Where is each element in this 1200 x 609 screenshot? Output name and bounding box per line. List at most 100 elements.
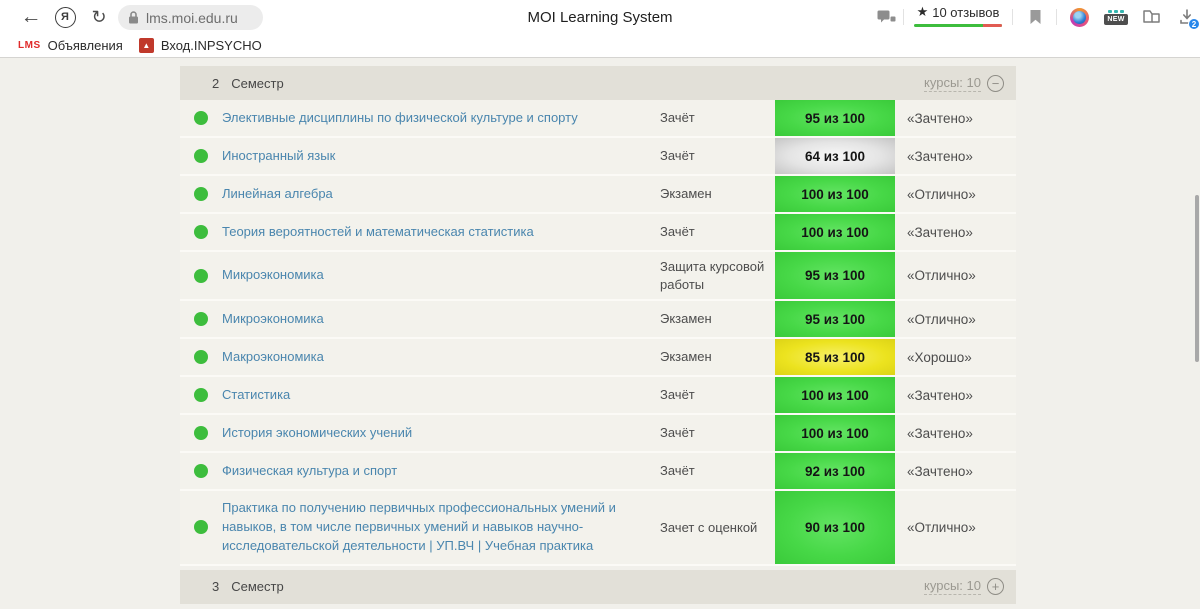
course-name-cell: Микроэкономика xyxy=(222,252,660,299)
lock-icon xyxy=(128,11,139,24)
url-text: lms.moi.edu.ru xyxy=(146,10,238,26)
control-type-cell: Защита курсовой работы xyxy=(660,252,775,299)
lms-favicon: LMS xyxy=(18,40,41,51)
bookmark-label: Объявления xyxy=(48,38,123,53)
reviews-count-label: 10 отзывов xyxy=(932,5,999,20)
course-status-cell xyxy=(180,491,222,564)
score-cell: 95 из 100 xyxy=(775,100,895,136)
table-row: Физическая культура и спорт Зачёт 92 из … xyxy=(180,453,1016,491)
course-link[interactable]: Линейная алгебра xyxy=(222,185,333,204)
site-feedback-icon[interactable] xyxy=(872,0,900,34)
vertical-scrollbar[interactable] xyxy=(1195,195,1199,362)
address-bar[interactable]: lms.moi.edu.ru xyxy=(118,5,263,30)
course-name-cell: Иностранный язык xyxy=(222,138,660,174)
bookmarks-bar: LMS Объявления ▲ Вход.INPSYCHO xyxy=(0,34,1200,57)
course-link[interactable]: Практика по получению первичных професси… xyxy=(222,499,646,556)
toolbar-separator xyxy=(1056,9,1057,25)
new-icon-dots xyxy=(1108,10,1124,13)
course-status-cell xyxy=(180,252,222,299)
table-row: Микроэкономика Защита курсовой работы 95… xyxy=(180,252,1016,301)
status-dot-icon xyxy=(194,426,208,440)
control-type: Экзамен xyxy=(660,310,712,328)
score-cell: 64 из 100 xyxy=(775,138,895,174)
yandex-home-button[interactable]: Я xyxy=(50,0,80,34)
grades-rows: Элективные дисциплины по физической куль… xyxy=(180,100,1016,566)
grade-cell: «Зачтено» xyxy=(895,415,1016,451)
table-row: Теория вероятностей и математическая ста… xyxy=(180,214,1016,252)
control-type: Защита курсовой работы xyxy=(660,258,767,293)
extension-ring-outer xyxy=(1070,8,1089,27)
grade-cell: «Зачтено» xyxy=(895,214,1016,250)
grade-value: «Зачтено» xyxy=(907,426,973,441)
course-link[interactable]: Микроэкономика xyxy=(222,266,324,285)
grade-value: «Зачтено» xyxy=(907,111,973,126)
expand-semester-icon[interactable]: + xyxy=(987,578,1004,595)
bookmark-announcements[interactable]: LMS Объявления xyxy=(10,34,131,57)
control-type-cell: Зачёт xyxy=(660,453,775,489)
downloads-button[interactable]: 2 xyxy=(1174,0,1200,34)
score-cell: 90 из 100 xyxy=(775,491,895,564)
grade-value: «Отлично» xyxy=(907,268,976,283)
bookmark-label: Вход.INPSYCHO xyxy=(161,38,262,53)
downloads-count-badge: 2 xyxy=(1188,18,1200,30)
extension-browser-ring-icon[interactable] xyxy=(1066,0,1092,34)
grade-cell: «Зачтено» xyxy=(895,377,1016,413)
control-type-cell: Зачёт xyxy=(660,415,775,451)
course-name-cell: Элективные дисциплины по физической куль… xyxy=(222,100,660,136)
course-name-cell: История экономических учений xyxy=(222,415,660,451)
control-type: Зачёт xyxy=(660,223,695,241)
course-name-cell: Статистика xyxy=(222,377,660,413)
score-cell: 100 из 100 xyxy=(775,214,895,250)
status-dot-icon xyxy=(194,111,208,125)
collections-icon[interactable] xyxy=(1138,0,1166,34)
control-type-cell: Экзамен xyxy=(660,176,775,212)
course-name-cell: Макроэкономика xyxy=(222,339,660,375)
score-cell: 100 из 100 xyxy=(775,415,895,451)
course-link[interactable]: Микроэкономика xyxy=(222,310,324,329)
table-row: Статистика Зачёт 100 из 100 «Зачтено» xyxy=(180,377,1016,415)
grade-cell: «Зачтено» xyxy=(895,100,1016,136)
control-type-cell: Зачёт xyxy=(660,377,775,413)
control-type-cell: Зачёт xyxy=(660,138,775,174)
course-link[interactable]: Иностранный язык xyxy=(222,147,335,166)
control-type: Зачёт xyxy=(660,386,695,404)
semester-2-header: 2 Семестр курсы: 10 − xyxy=(180,66,1016,100)
bookmark-page-icon[interactable] xyxy=(1022,0,1048,34)
site-reviews-button[interactable]: ★ 10 отзывов xyxy=(910,2,1006,32)
browser-toolbar: ← Я ↻ lms.moi.edu.ru MOI Learning System xyxy=(0,0,1200,34)
bookmark-inpsycho[interactable]: ▲ Вход.INPSYCHO xyxy=(131,34,270,57)
collapse-semester-icon[interactable]: − xyxy=(987,75,1004,92)
courses-count-link[interactable]: курсы: 10 xyxy=(924,578,981,595)
course-link[interactable]: Теория вероятностей и математическая ста… xyxy=(222,223,534,242)
course-name-cell: Физическая культура и спорт xyxy=(222,453,660,489)
grade-value: «Зачтено» xyxy=(907,225,973,240)
grade-value: «Зачтено» xyxy=(907,388,973,403)
course-link[interactable]: Макроэкономика xyxy=(222,348,324,367)
extension-new-icon[interactable]: NEW xyxy=(1102,0,1130,34)
courses-count-link[interactable]: курсы: 10 xyxy=(924,75,981,92)
status-dot-icon xyxy=(194,187,208,201)
score-cell: 95 из 100 xyxy=(775,301,895,337)
course-link[interactable]: Физическая культура и спорт xyxy=(222,462,397,481)
lms-page: 2 Семестр курсы: 10 − Элективные дисципл… xyxy=(0,59,1200,609)
back-button[interactable]: ← xyxy=(16,0,46,34)
grade-cell: «Зачтено» xyxy=(895,138,1016,174)
course-status-cell xyxy=(180,138,222,174)
control-type: Зачёт xyxy=(660,109,695,127)
score-cell: 92 из 100 xyxy=(775,453,895,489)
course-link[interactable]: Элективные дисциплины по физической куль… xyxy=(222,109,578,128)
course-link[interactable]: История экономических учений xyxy=(222,424,412,443)
control-type: Зачёт xyxy=(660,424,695,442)
refresh-button[interactable]: ↻ xyxy=(84,0,114,34)
semester-3-header: 3 Семестр курсы: 10 + xyxy=(180,570,1016,604)
control-type: Зачёт xyxy=(660,462,695,480)
control-type: Зачет с оценкой xyxy=(660,519,757,537)
grade-value: «Хорошо» xyxy=(907,350,972,365)
status-dot-icon xyxy=(194,464,208,478)
course-link[interactable]: Статистика xyxy=(222,386,290,405)
grade-cell: «Зачтено» xyxy=(895,453,1016,489)
score-cell: 100 из 100 xyxy=(775,377,895,413)
yandex-logo-icon: Я xyxy=(55,7,76,28)
control-type-cell: Зачет с оценкой xyxy=(660,491,775,564)
course-name-cell: Микроэкономика xyxy=(222,301,660,337)
